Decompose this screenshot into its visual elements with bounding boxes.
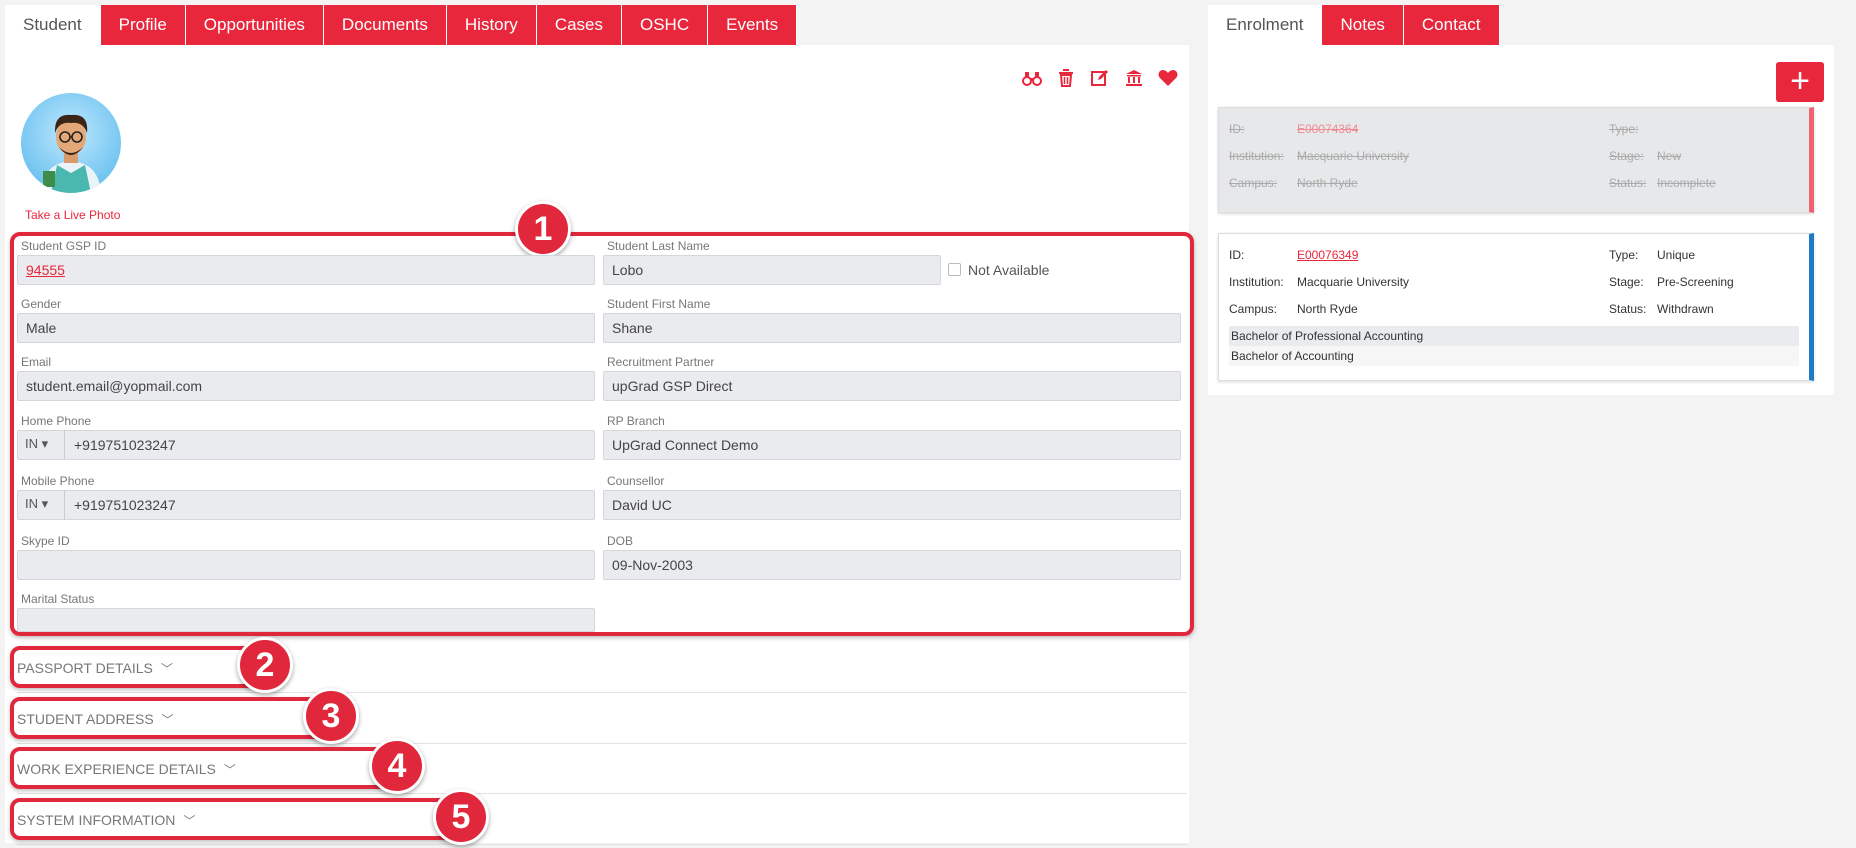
stage-value: Pre-Screening <box>1657 275 1734 289</box>
tab-profile[interactable]: Profile <box>100 5 186 45</box>
course-item: Bachelor of Accounting <box>1229 346 1799 366</box>
rp-branch-label: RP Branch <box>607 414 665 428</box>
enrolment-id-label: ID: <box>1229 122 1245 136</box>
recruitment-partner-field[interactable]: upGrad GSP Direct <box>603 371 1181 401</box>
annotation-frame-5 <box>10 798 456 840</box>
tab-oshc[interactable]: OSHC <box>622 5 709 45</box>
tab-events[interactable]: Events <box>708 5 798 45</box>
annotation-frame-4 <box>10 747 394 789</box>
enrolment-id-link[interactable]: E00074364 <box>1297 122 1358 136</box>
marital-status-label: Marital Status <box>21 592 95 606</box>
skype-id-field[interactable] <box>17 550 595 580</box>
gsp-id-field[interactable]: 94555 <box>17 255 595 285</box>
counsellor-label: Counsellor <box>607 474 665 488</box>
rp-branch-field[interactable]: UpGrad Connect Demo <box>603 430 1181 460</box>
toolbar <box>1021 67 1179 89</box>
gender-label: Gender <box>21 297 62 311</box>
right-tab-bar: Enrolment Notes Contact <box>1208 5 1834 45</box>
campus-label: Campus: <box>1229 302 1278 316</box>
annotation-badge-5: 5 <box>433 789 489 845</box>
tab-opportunities[interactable]: Opportunities <box>185 5 324 45</box>
tab-notes[interactable]: Notes <box>1322 5 1404 45</box>
binoculars-icon[interactable] <box>1021 67 1043 89</box>
tab-history[interactable]: History <box>446 5 537 45</box>
left-tab-bar: Student Profile Opportunities Documents … <box>5 5 1189 45</box>
tab-enrolment[interactable]: Enrolment <box>1208 5 1323 45</box>
enrolment-id-label: ID: <box>1229 248 1245 262</box>
tab-contact[interactable]: Contact <box>1403 5 1500 45</box>
dob-field[interactable]: 09-Nov-2003 <box>603 550 1181 580</box>
annotation-badge-2: 2 <box>237 637 293 693</box>
not-available-label: Not Available <box>968 262 1050 278</box>
mobile-phone-country-code: IN <box>25 496 38 511</box>
institution-label: Institution: <box>1229 275 1284 289</box>
type-label: Type: <box>1609 248 1639 262</box>
type-value: Unique <box>1657 248 1696 262</box>
email-label: Email <box>21 355 52 369</box>
institution-value: Macquarie University <box>1297 275 1410 289</box>
last-name-field[interactable]: Lobo <box>603 255 941 285</box>
tab-bar-filler <box>1499 5 1834 45</box>
course-item: Bachelor of Professional Accounting <box>1229 326 1799 346</box>
add-enrolment-button[interactable]: + <box>1776 62 1824 102</box>
home-phone-label: Home Phone <box>21 414 92 428</box>
last-name-label: Student Last Name <box>607 239 710 253</box>
student-avatar[interactable] <box>21 93 121 193</box>
counsellor-field[interactable]: David UC <box>603 490 1181 520</box>
annotation-badge-1: 1 <box>515 201 571 257</box>
campus-value: North Ryde <box>1297 302 1358 316</box>
enrolment-panel: Enrolment Notes Contact + ID: E00074364 … <box>1208 5 1834 395</box>
institution-icon[interactable] <box>1123 67 1145 89</box>
home-phone-country-select[interactable]: IN ▾ <box>17 430 65 460</box>
status-value: Withdrawn <box>1657 302 1714 316</box>
annotation-frame-2 <box>10 646 260 688</box>
stage-label: Stage: <box>1609 275 1644 289</box>
tab-bar-filler <box>797 5 1189 45</box>
mobile-phone-country-select[interactable]: IN ▾ <box>17 490 65 520</box>
type-label: Type: <box>1609 122 1639 136</box>
campus-value: North Ryde <box>1297 176 1358 190</box>
edit-icon[interactable] <box>1089 67 1111 89</box>
status-value: Incomplete <box>1657 176 1716 190</box>
student-panel: Student Profile Opportunities Documents … <box>5 5 1194 845</box>
gsp-id-label: Student GSP ID <box>21 239 107 253</box>
institution-label: Institution: <box>1229 149 1284 163</box>
chevron-down-icon: ▾ <box>41 496 49 511</box>
dob-label: DOB <box>607 534 634 548</box>
take-live-photo-link[interactable]: Take a Live Photo <box>25 208 120 222</box>
recruitment-partner-label: Recruitment Partner <box>607 355 715 369</box>
email-field[interactable]: student.email@yopmail.com <box>17 371 595 401</box>
gender-field[interactable]: Male <box>17 313 595 343</box>
stage-label: Stage: <box>1609 149 1644 163</box>
status-label: Status: <box>1609 176 1647 190</box>
mobile-phone-label: Mobile Phone <box>21 474 95 488</box>
first-name-label: Student First Name <box>607 297 711 311</box>
tab-student[interactable]: Student <box>5 5 101 45</box>
institution-value: Macquarie University <box>1297 149 1410 163</box>
tab-documents[interactable]: Documents <box>323 5 447 45</box>
campus-label: Campus: <box>1229 176 1278 190</box>
home-phone-field[interactable]: +919751023247 <box>17 430 595 460</box>
marital-status-field[interactable] <box>17 608 595 632</box>
enrolment-id-link[interactable]: E00076349 <box>1297 248 1358 262</box>
stage-value: New <box>1657 149 1682 163</box>
enrolment-card[interactable]: ID: E00074364 Institution: Macquarie Uni… <box>1218 107 1814 213</box>
annotation-frame-3 <box>10 697 326 739</box>
annotation-badge-3: 3 <box>303 688 359 744</box>
annotation-badge-4: 4 <box>369 738 425 794</box>
home-phone-country-code: IN <box>25 436 38 451</box>
enrolment-card[interactable]: ID: E00076349 Institution: Macquarie Uni… <box>1218 233 1814 381</box>
tab-cases[interactable]: Cases <box>536 5 622 45</box>
trash-icon[interactable] <box>1055 67 1077 89</box>
chevron-down-icon: ▾ <box>41 436 49 451</box>
mobile-phone-field[interactable]: +919751023247 <box>17 490 595 520</box>
first-name-field[interactable]: Shane <box>603 313 1181 343</box>
skype-id-label: Skype ID <box>21 534 70 548</box>
status-label: Status: <box>1609 302 1647 316</box>
heart-icon[interactable] <box>1157 67 1179 89</box>
not-available-checkbox[interactable] <box>948 263 961 276</box>
